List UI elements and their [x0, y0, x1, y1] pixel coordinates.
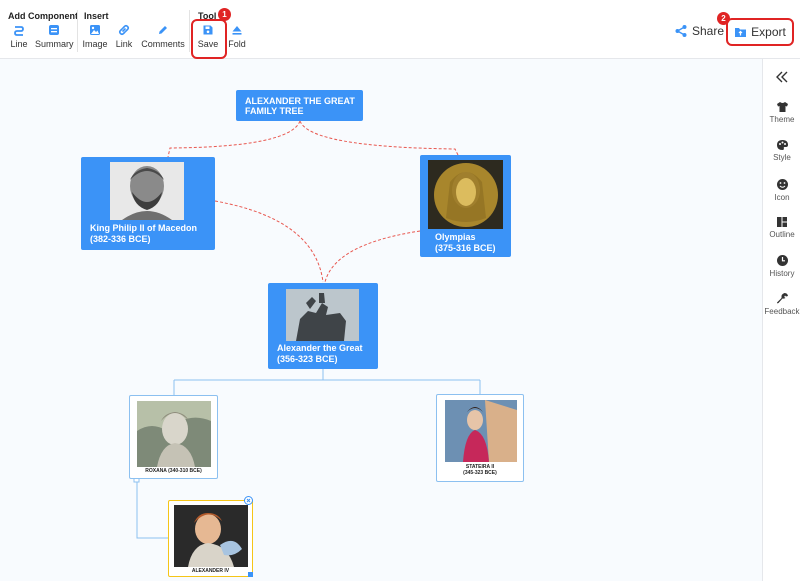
- alexander-name: Alexander the Great: [277, 343, 363, 353]
- collapse-sidebar-button[interactable]: [763, 71, 800, 85]
- sidebar-item-style[interactable]: Style: [763, 139, 800, 162]
- layout-icon: [777, 217, 787, 227]
- sidebar-item-outline[interactable]: Outline: [763, 216, 800, 239]
- link-icon: [118, 24, 130, 36]
- image-icon: [90, 25, 100, 35]
- share-label: Share: [692, 24, 725, 38]
- summary-icon: [49, 25, 59, 35]
- roxana-caption: ROXANA (340-310 BCE): [145, 468, 202, 474]
- export-label: Export: [751, 25, 786, 39]
- double-chevron-left-icon: [776, 71, 788, 83]
- sidebar-item-label: Style: [773, 153, 791, 162]
- connector-philip-alexander: [214, 200, 324, 283]
- connector-roxana-alexander-iv: [136, 479, 168, 539]
- alexander-iv-portrait-image: [174, 505, 248, 567]
- sidebar-item-feedback[interactable]: Feedback: [763, 292, 800, 316]
- clock-icon: [776, 255, 788, 266]
- line-label: Line: [10, 39, 28, 49]
- insert-group-title: Insert: [84, 11, 109, 21]
- fold-button[interactable]: Fold: [228, 24, 246, 49]
- toolbar-divider: [189, 10, 190, 52]
- sidebar-item-theme[interactable]: Theme: [763, 101, 800, 124]
- sidebar-item-label: Icon: [774, 193, 790, 202]
- line-icon: [14, 26, 24, 36]
- link-label: Link: [115, 39, 133, 49]
- comments-button[interactable]: Comments: [141, 24, 185, 49]
- summary-label: Summary: [35, 39, 74, 49]
- wrench-icon: [776, 293, 788, 304]
- node-stateira[interactable]: STATEIRA II (345-323 BCE): [436, 394, 524, 482]
- summary-button[interactable]: Summary: [35, 24, 74, 49]
- eject-icon: [232, 26, 242, 35]
- olympias-name: Olympias: [435, 232, 476, 242]
- share-button[interactable]: Share: [674, 24, 724, 38]
- add-component-group-title: Add Component: [8, 11, 78, 21]
- connector-olympias-alexander: [324, 230, 421, 283]
- line-button[interactable]: Line: [9, 24, 29, 49]
- connector-root-philip: [167, 120, 301, 158]
- image-button[interactable]: Image: [82, 24, 108, 49]
- root-node[interactable]: ALEXANDER THE GREAT FAMILY TREE: [236, 90, 363, 121]
- export-button[interactable]: Export: [726, 18, 794, 46]
- connector-layer: [133, 120, 481, 539]
- olympias-dates: (375-316 BCE): [435, 243, 496, 253]
- node-olympias[interactable]: Olympias (375-316 BCE): [420, 155, 511, 257]
- node-alexander-iv[interactable]: ALEXANDER IV: [168, 496, 253, 577]
- sidebar-item-label: Outline: [769, 230, 795, 239]
- fold-label: Fold: [228, 39, 246, 49]
- toolbar: Add Component Insert Tool Line Summary I…: [0, 0, 800, 59]
- sidebar-item-label: Theme: [769, 115, 795, 124]
- node-alexander[interactable]: Alexander the Great (356-323 BCE): [268, 283, 378, 369]
- philip-dates: (382-336 BCE): [90, 234, 151, 244]
- smiley-icon: [776, 179, 788, 190]
- share-icon: [675, 25, 687, 37]
- sidebar-item-history[interactable]: History: [763, 254, 800, 278]
- node-philip[interactable]: King Philip II of Macedon (382-336 BCE): [81, 157, 215, 250]
- philip-portrait-image: [110, 162, 184, 220]
- image-label: Image: [82, 39, 108, 49]
- toolbar-divider: [77, 10, 78, 52]
- link-button[interactable]: Link: [114, 24, 134, 49]
- shirt-icon: [776, 102, 788, 112]
- comments-label: Comments: [141, 39, 185, 49]
- node-roxana[interactable]: ROXANA (340-310 BCE): [129, 395, 218, 479]
- alexander-statue-image: [286, 289, 359, 341]
- step-badge-save: 1: [218, 8, 231, 21]
- stateira-portrait-image: [445, 400, 517, 462]
- sidebar-item-label: History: [769, 269, 795, 278]
- stateira-dates: (345-323 BCE): [463, 470, 497, 476]
- save-highlight-box: [191, 19, 227, 59]
- palette-icon: [776, 140, 788, 150]
- alexander-iv-caption: ALEXANDER IV: [191, 568, 230, 574]
- delete-node-icon[interactable]: [244, 496, 253, 505]
- alexander-dates: (356-323 BCE): [277, 354, 338, 364]
- roxana-portrait-image: [137, 401, 211, 467]
- sidebar-item-label: Feedback: [764, 307, 800, 316]
- sidebar-item-icon[interactable]: Icon: [763, 178, 800, 202]
- connector-root-olympias: [299, 120, 459, 156]
- mind-map-canvas[interactable]: ALEXANDER THE GREAT FAMILY TREE King Phi…: [0, 59, 762, 581]
- connector-alexander-children: [173, 369, 481, 395]
- philip-name: King Philip II of Macedon: [90, 223, 197, 233]
- step-badge-export: 2: [717, 12, 730, 25]
- comments-icon: [159, 26, 167, 34]
- resize-handle-icon[interactable]: [248, 572, 253, 577]
- export-folder-icon: [735, 28, 747, 37]
- olympias-coin-image: [428, 160, 503, 229]
- root-title-line2: FAMILY TREE: [245, 106, 304, 116]
- right-sidebar: Theme Style Icon Outline History Feedbac…: [762, 59, 800, 581]
